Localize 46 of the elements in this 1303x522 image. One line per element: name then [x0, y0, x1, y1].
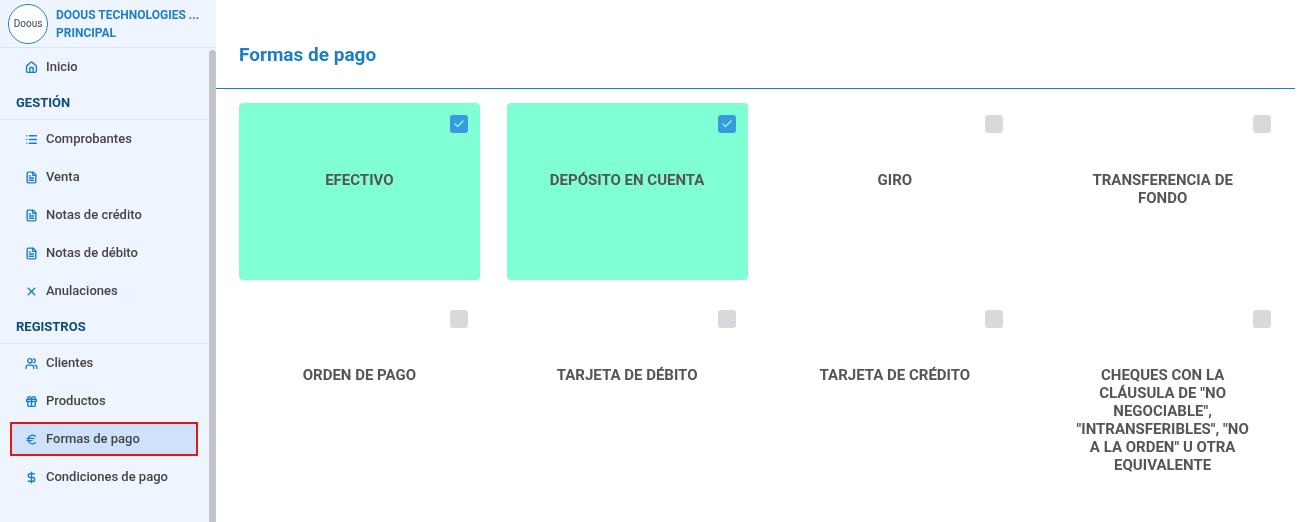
euro-icon: [25, 432, 38, 446]
nav-item[interactable]: Comprobantes: [10, 122, 198, 156]
home-icon: [25, 60, 38, 74]
payment-method-label: TARJETA DE CRÉDITO: [819, 366, 971, 386]
brand-logo: Doous: [8, 3, 48, 44]
payment-method-label: DEPÓSITO EN CUENTA: [549, 171, 705, 191]
document-icon: [25, 170, 38, 184]
nav-item[interactable]: Clientes: [10, 346, 198, 380]
check-icon: [720, 118, 733, 130]
payment-method-card[interactable]: EFECTIVO: [239, 103, 480, 280]
check-icon: [452, 118, 465, 130]
gift-icon: [25, 394, 38, 408]
users-icon: [25, 356, 38, 370]
section-heading: GESTIÓN: [16, 93, 71, 112]
checkbox[interactable]: [1253, 115, 1271, 133]
payment-method-card[interactable]: DEPÓSITO EN CUENTA: [506, 103, 748, 280]
nav-item[interactable]: Anulaciones: [10, 274, 198, 308]
payment-method-label: TRANSFERENCIA DE FONDO: [1091, 171, 1234, 209]
checkbox[interactable]: [985, 115, 1004, 133]
checkbox[interactable]: [449, 310, 468, 328]
branch-name: PRINCIPAL: [56, 24, 118, 42]
checkbox[interactable]: [717, 115, 736, 133]
nav-item[interactable]: Formas de pago: [10, 422, 198, 456]
nav-item[interactable]: Venta: [10, 160, 198, 194]
payment-method-label: ORDEN DE PAGO: [302, 366, 417, 386]
payment-method-label: EFECTIVO: [325, 171, 394, 191]
payment-method-label: GIRO: [877, 171, 913, 191]
scrollbar[interactable]: [209, 50, 216, 522]
dollar-icon: [25, 470, 38, 484]
payment-method-label: CHEQUES CON LA CLÁUSULA DE "NO NEGOCIABLE", "INTRANSFERIBLES", "NO A LA ORDEN" U OTRA EQUIVALENTE: [1075, 366, 1250, 475]
checkbox[interactable]: [1253, 310, 1271, 328]
checkbox[interactable]: [449, 115, 468, 133]
page-title: Formas de pago: [239, 41, 377, 68]
company-name: DOOUS TECHNOLOGIES ...: [56, 6, 200, 24]
payment-method-label: TARJETA DE DÉBITO: [556, 366, 698, 386]
section-heading: REGISTROS: [16, 317, 86, 336]
nav-item[interactable]: Inicio: [10, 50, 198, 84]
nav-item[interactable]: Notas de débito: [10, 236, 198, 270]
document-icon: [25, 208, 38, 222]
nav-item[interactable]: Notas de crédito: [10, 198, 198, 232]
nav-item[interactable]: Productos: [10, 384, 198, 418]
document-icon: [25, 246, 38, 260]
nav-item[interactable]: Condiciones de pago: [10, 460, 198, 494]
checkbox[interactable]: [717, 310, 736, 328]
checkbox[interactable]: [985, 310, 1004, 328]
list-icon: [25, 132, 38, 146]
